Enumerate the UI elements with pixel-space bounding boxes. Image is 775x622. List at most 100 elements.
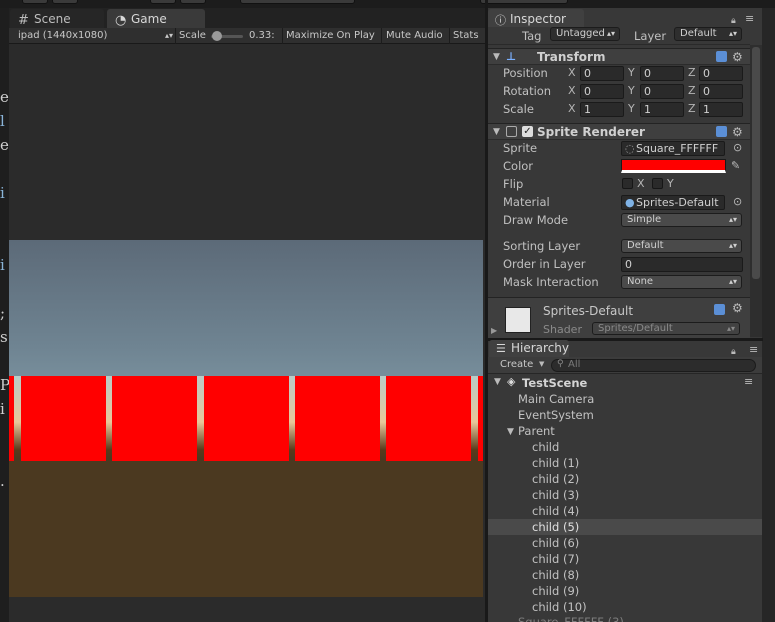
draw-mode-dropdown[interactable]: Simple ▴▾ bbox=[621, 213, 742, 227]
game-render-canvas[interactable] bbox=[9, 240, 483, 597]
hierarchy-item-child[interactable]: child bbox=[532, 439, 559, 455]
code-char: . bbox=[0, 472, 5, 490]
flip-x-checkbox[interactable] bbox=[622, 178, 633, 189]
hierarchy-toolbar: Create ▼ ⚲ All bbox=[488, 357, 762, 374]
help-book-icon[interactable] bbox=[716, 51, 727, 62]
mute-audio-button[interactable]: Mute Audio bbox=[386, 28, 443, 43]
transform-header[interactable]: ▼ ⊥ Transform ⚙ bbox=[488, 48, 750, 65]
rotation-z-field[interactable]: 0 bbox=[699, 84, 743, 99]
dropdown-arrow-icon: ▴▾ bbox=[728, 277, 737, 286]
scene-menu-icon[interactable]: ≡ bbox=[744, 375, 753, 388]
inspector-scroll-thumb[interactable] bbox=[752, 47, 760, 279]
object-picker-icon[interactable]: ⊙ bbox=[733, 196, 742, 208]
layer-dropdown[interactable]: Default ▴▾ bbox=[674, 27, 742, 41]
hierarchy-item-child[interactable]: child (1) bbox=[532, 455, 579, 471]
position-x-field[interactable]: 0 bbox=[580, 66, 624, 81]
scale-slider-thumb[interactable] bbox=[212, 31, 222, 41]
tool-button[interactable] bbox=[150, 0, 176, 4]
color-swatch[interactable] bbox=[621, 159, 726, 173]
hierarchy-item-child-selected[interactable]: child (5) bbox=[532, 519, 579, 535]
sprite-renderer-header[interactable]: ▼ ✓ Sprite Renderer ⚙ bbox=[488, 123, 750, 140]
foldout-arrow-icon[interactable]: ▶ bbox=[491, 326, 497, 335]
tool-button[interactable] bbox=[240, 0, 355, 4]
help-book-icon[interactable] bbox=[714, 304, 725, 315]
maximize-on-play-button[interactable]: Maximize On Play bbox=[286, 28, 375, 43]
inspector-scrollbar[interactable] bbox=[750, 45, 762, 337]
axis-z-label: Z bbox=[688, 84, 696, 97]
material-object-field[interactable]: ● Sprites-Default bbox=[621, 195, 725, 210]
foldout-arrow-icon[interactable]: ▼ bbox=[494, 377, 501, 387]
shader-dropdown[interactable]: Sprites/Default ▴▾ bbox=[592, 322, 740, 335]
rotation-y-field[interactable]: 0 bbox=[640, 84, 684, 99]
gear-icon[interactable]: ⚙ bbox=[732, 49, 743, 65]
dropdown-arrow-icon: ▼ bbox=[539, 360, 545, 368]
shader-value: Sprites/Default bbox=[598, 323, 673, 334]
foldout-arrow-icon[interactable]: ▼ bbox=[493, 49, 500, 65]
order-in-layer-field[interactable]: 0 bbox=[621, 257, 743, 272]
hierarchy-search-input[interactable]: ⚲ All bbox=[551, 359, 756, 372]
code-char: i bbox=[0, 184, 5, 202]
hierarchy-item-eventsystem[interactable]: EventSystem bbox=[518, 407, 594, 423]
code-char: i bbox=[0, 400, 5, 418]
scale-label: Scale bbox=[503, 102, 534, 116]
rotation-x-field[interactable]: 0 bbox=[580, 84, 624, 99]
hierarchy-item-child[interactable]: child (3) bbox=[532, 487, 579, 503]
hierarchy-item-child[interactable]: child (9) bbox=[532, 583, 579, 599]
scale-x-field[interactable]: 1 bbox=[580, 102, 624, 117]
tab-inspector[interactable]: ⓘ Inspector bbox=[488, 9, 584, 29]
tag-value: Untagged bbox=[556, 28, 605, 39]
resolution-dropdown[interactable]: ipad (1440x1080) bbox=[18, 28, 107, 43]
hierarchy-item-child[interactable]: child (2) bbox=[532, 471, 579, 487]
sorting-layer-value: Default bbox=[627, 240, 664, 251]
lock-icon[interactable]: 🔒︎ bbox=[731, 15, 736, 27]
axis-x-label: X bbox=[568, 102, 576, 115]
foldout-arrow-icon[interactable]: ▼ bbox=[493, 124, 500, 140]
enabled-checkbox[interactable]: ✓ bbox=[522, 126, 533, 137]
hierarchy-item-square[interactable]: Square_FFFFFF (3) bbox=[518, 614, 624, 622]
hierarchy-item-child[interactable]: child (8) bbox=[532, 567, 579, 583]
mask-interaction-dropdown[interactable]: None ▴▾ bbox=[621, 275, 742, 289]
object-picker-icon[interactable]: ⊙ bbox=[733, 142, 742, 154]
stats-button[interactable]: Stats bbox=[453, 28, 479, 43]
color-label: Color bbox=[503, 159, 534, 173]
scene-row[interactable]: ▼ ◈ TestScene ≡ bbox=[488, 375, 762, 391]
tool-button[interactable] bbox=[22, 0, 48, 4]
create-dropdown[interactable]: Create bbox=[500, 359, 533, 370]
help-book-icon[interactable] bbox=[716, 126, 727, 137]
tool-button[interactable] bbox=[480, 0, 568, 4]
material-name: Sprites-Default bbox=[543, 304, 634, 318]
sorting-layer-dropdown[interactable]: Default ▴▾ bbox=[621, 239, 742, 253]
position-z-field[interactable]: 0 bbox=[699, 66, 743, 81]
hierarchy-list-icon: ☰ bbox=[496, 342, 506, 355]
sorting-layer-label: Sorting Layer bbox=[503, 239, 581, 253]
gear-icon[interactable]: ⚙ bbox=[732, 301, 743, 315]
hierarchy-item-parent[interactable]: Parent bbox=[518, 423, 555, 439]
search-icon: ⚲ bbox=[557, 359, 564, 369]
gear-icon[interactable]: ⚙ bbox=[732, 124, 743, 140]
tab-hierarchy[interactable]: ☰ Hierarchy bbox=[489, 340, 569, 357]
scale-y-field[interactable]: 1 bbox=[640, 102, 684, 117]
unity-scene-icon: ◈ bbox=[507, 375, 516, 388]
transform-title: Transform bbox=[537, 50, 606, 64]
red-square-sprite bbox=[112, 376, 197, 461]
tab-game[interactable]: ◔ Game bbox=[107, 9, 205, 29]
tab-scene[interactable]: # Scene bbox=[10, 9, 104, 29]
axis-y-label: Y bbox=[628, 66, 635, 79]
flip-y-checkbox[interactable] bbox=[652, 178, 663, 189]
red-square-sprite bbox=[21, 376, 106, 461]
eyedropper-icon[interactable]: ✎ bbox=[731, 160, 740, 172]
position-y-field[interactable]: 0 bbox=[640, 66, 684, 81]
foldout-arrow-icon[interactable]: ▼ bbox=[507, 426, 514, 438]
panel-menu-icon[interactable]: ≡ bbox=[745, 13, 754, 25]
tool-button[interactable] bbox=[180, 0, 206, 4]
hierarchy-item-main-camera[interactable]: Main Camera bbox=[518, 391, 594, 407]
tool-button[interactable] bbox=[52, 0, 78, 4]
scale-z-field[interactable]: 1 bbox=[699, 102, 743, 117]
panel-menu-icon[interactable]: ≡ bbox=[749, 344, 758, 356]
sprite-object-field[interactable]: ◌ Square_FFFFFF bbox=[621, 141, 725, 156]
hierarchy-item-child[interactable]: child (7) bbox=[532, 551, 579, 567]
hierarchy-item-child[interactable]: child (6) bbox=[532, 535, 579, 551]
hierarchy-item-child[interactable]: child (4) bbox=[532, 503, 579, 519]
tag-dropdown[interactable]: Untagged ▴▾ bbox=[550, 27, 620, 41]
hierarchy-item-child[interactable]: child (10) bbox=[532, 599, 587, 615]
